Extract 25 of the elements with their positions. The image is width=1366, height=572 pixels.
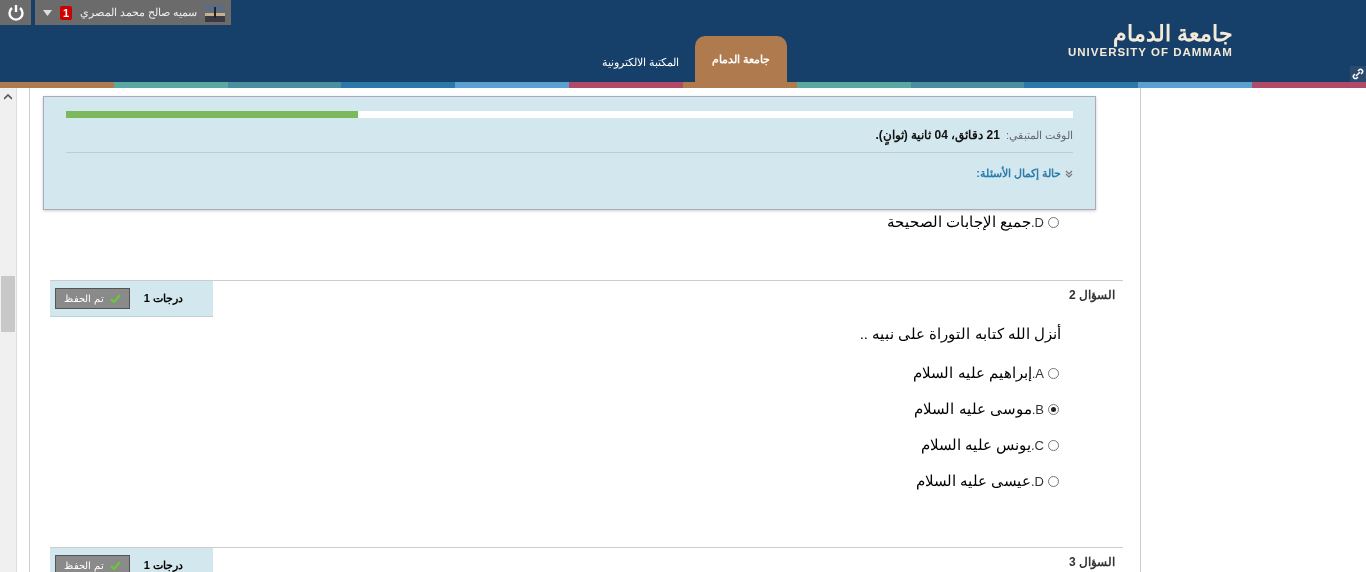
question-title: السؤال 3 (1068, 554, 1116, 569)
power-button[interactable] (0, 0, 31, 25)
user-name: سميه صالح محمد المصري (80, 6, 198, 19)
scrollbar-thumb[interactable] (1, 276, 15, 332)
points-label: 1 درجات (143, 292, 183, 305)
points-label: 1 درجات (143, 559, 183, 572)
radio-button[interactable] (1048, 216, 1059, 228)
question-title: السؤال 2 (1068, 287, 1116, 302)
radio-button[interactable] (1048, 439, 1059, 451)
completion-status-link[interactable]: حالة إكمال الأسئلة: (976, 167, 1061, 180)
radio-button[interactable] (1048, 367, 1059, 379)
notification-badge: 1 (60, 5, 73, 20)
link-icon[interactable] (1350, 66, 1366, 82)
scrollbar[interactable] (0, 88, 17, 572)
nav-tab[interactable]: جامعة الدمام (695, 36, 788, 82)
radio-button[interactable] (1048, 403, 1059, 415)
nav-tab[interactable]: المكتبة الالكترونية (592, 42, 690, 82)
double-chevron-icon (1065, 169, 1073, 178)
time-label: الوقت المتبقي: (1005, 128, 1073, 142)
question-text: أنزل الله كتابه التوراة على نبيه .. (858, 323, 1062, 345)
check-icon (109, 294, 121, 303)
power-icon (6, 3, 25, 22)
check-icon (109, 561, 121, 570)
radio-button[interactable] (1048, 475, 1059, 487)
caret-icon (43, 9, 52, 16)
